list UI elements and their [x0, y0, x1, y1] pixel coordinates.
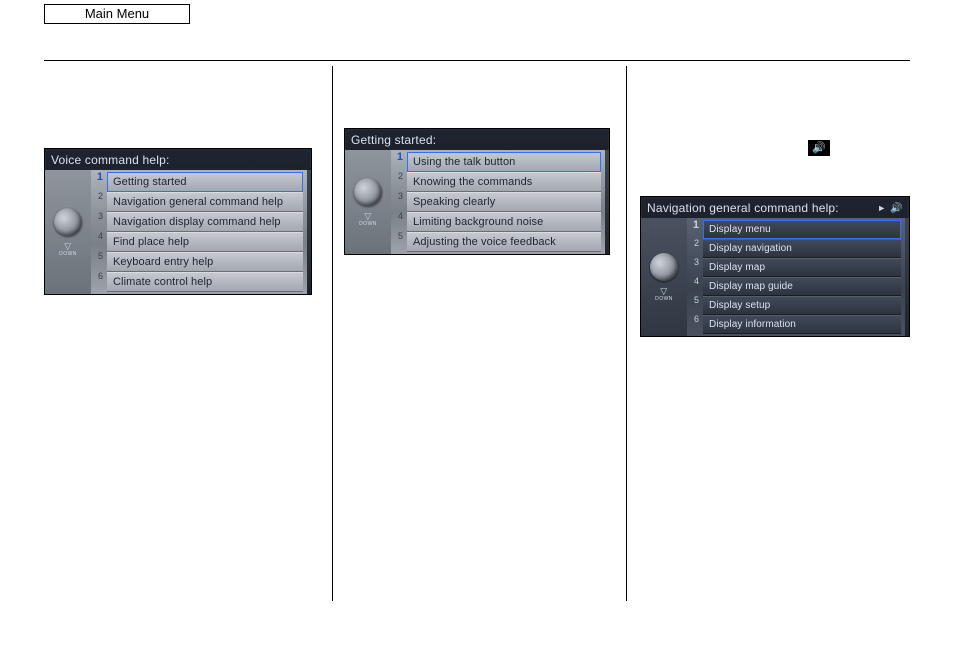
dial-knob[interactable]	[354, 178, 382, 206]
row-number: 5	[393, 232, 405, 252]
list-row[interactable]: 5 Keyboard entry help	[93, 252, 303, 272]
down-button[interactable]: DOWN	[59, 242, 77, 257]
list-item[interactable]: Climate control help	[107, 272, 303, 292]
panel-title-icons: ► 🔊	[877, 203, 903, 214]
dial-knob[interactable]	[650, 253, 678, 281]
list-item[interactable]: Using the talk button	[407, 152, 601, 172]
list-item[interactable]: Display map	[703, 258, 901, 277]
panel-body: DOWN 1 Display menu 2 Display navigation…	[641, 218, 909, 336]
list-row[interactable]: 3 Speaking clearly	[393, 192, 601, 212]
down-button[interactable]: DOWN	[359, 212, 377, 227]
column-separator	[332, 66, 333, 601]
row-number: 2	[393, 172, 405, 192]
panel-title: Getting started:	[345, 129, 609, 150]
column-separator	[626, 66, 627, 601]
list-row[interactable]: 1 Display menu	[689, 220, 901, 239]
list-row[interactable]: 4 Find place help	[93, 232, 303, 252]
dial-knob[interactable]	[54, 208, 82, 236]
row-number: 4	[393, 212, 405, 232]
list-item[interactable]: Display setup	[703, 296, 901, 315]
list-item[interactable]: Knowing the commands	[407, 172, 601, 192]
row-number: 5	[93, 252, 105, 272]
list-row[interactable]: 3 Display map	[689, 258, 901, 277]
row-number: 4	[93, 232, 105, 252]
panel-body: DOWN 1 Getting started 2 Navigation gene…	[45, 170, 311, 294]
list-item[interactable]: Limiting background noise	[407, 212, 601, 232]
scrollbar[interactable]	[905, 218, 909, 336]
list-item[interactable]: Navigation general command help	[107, 192, 303, 212]
speaker-icon[interactable]: 🔊	[890, 203, 903, 214]
list-row[interactable]: 2 Knowing the commands	[393, 172, 601, 192]
row-number: 6	[93, 272, 105, 292]
row-number: 5	[689, 296, 701, 315]
list-row[interactable]: 1 Getting started	[93, 172, 303, 192]
list-item[interactable]: Display information	[703, 315, 901, 334]
play-icon[interactable]: ►	[877, 203, 886, 213]
getting-started-panel: Getting started: DOWN 1 Using the talk b…	[344, 128, 610, 255]
list-row[interactable]: 2 Display navigation	[689, 239, 901, 258]
speaker-glyph: 🔊	[812, 143, 826, 154]
row-number: 1	[393, 152, 405, 172]
main-menu-button[interactable]: Main Menu	[44, 4, 190, 24]
row-number: 6	[689, 315, 701, 334]
list-item[interactable]: Display navigation	[703, 239, 901, 258]
panel-title: Navigation general command help: ► 🔊	[641, 197, 909, 218]
list-row[interactable]: 2 Navigation general command help	[93, 192, 303, 212]
row-number: 3	[393, 192, 405, 212]
list-item[interactable]: Find place help	[107, 232, 303, 252]
dial-column: DOWN	[641, 218, 687, 336]
list-item[interactable]: Getting started	[107, 172, 303, 192]
scrollbar[interactable]	[605, 150, 609, 254]
list-row[interactable]: 4 Display map guide	[689, 277, 901, 296]
navigation-help-panel: Navigation general command help: ► 🔊 DOW…	[640, 196, 910, 337]
list-row[interactable]: 5 Adjusting the voice feedback	[393, 232, 601, 252]
dial-column: DOWN	[45, 170, 91, 294]
list-row[interactable]: 3 Navigation display command help	[93, 212, 303, 232]
down-button[interactable]: DOWN	[655, 287, 673, 302]
dial-column: DOWN	[345, 150, 391, 254]
list-item[interactable]: Display menu	[703, 220, 901, 239]
list-item[interactable]: Navigation display command help	[107, 212, 303, 232]
list-item[interactable]: Display map guide	[703, 277, 901, 296]
nav-list: 1 Display menu 2 Display navigation 3 Di…	[687, 218, 905, 336]
scrollbar[interactable]	[307, 170, 311, 294]
list-row[interactable]: 5 Display setup	[689, 296, 901, 315]
list-row[interactable]: 1 Using the talk button	[393, 152, 601, 172]
start-list: 1 Using the talk button 2 Knowing the co…	[391, 150, 605, 254]
row-number: 1	[689, 220, 701, 239]
list-item[interactable]: Adjusting the voice feedback	[407, 232, 601, 252]
panel-title: Voice command help:	[45, 149, 311, 170]
row-number: 3	[93, 212, 105, 232]
row-number: 3	[689, 258, 701, 277]
horizontal-rule	[44, 60, 910, 61]
list-row[interactable]: 6 Display information	[689, 315, 901, 334]
row-number: 2	[93, 192, 105, 212]
row-number: 2	[689, 239, 701, 258]
row-number: 4	[689, 277, 701, 296]
voice-help-panel: Voice command help: DOWN 1 Getting start…	[44, 148, 312, 295]
row-number: 1	[93, 172, 105, 192]
voice-list: 1 Getting started 2 Navigation general c…	[91, 170, 307, 294]
list-row[interactable]: 6 Climate control help	[93, 272, 303, 292]
panel-title-text: Navigation general command help:	[647, 201, 839, 215]
list-row[interactable]: 4 Limiting background noise	[393, 212, 601, 232]
speaker-icon: 🔊	[808, 140, 830, 156]
list-item[interactable]: Speaking clearly	[407, 192, 601, 212]
list-item[interactable]: Keyboard entry help	[107, 252, 303, 272]
panel-body: DOWN 1 Using the talk button 2 Knowing t…	[345, 150, 609, 254]
